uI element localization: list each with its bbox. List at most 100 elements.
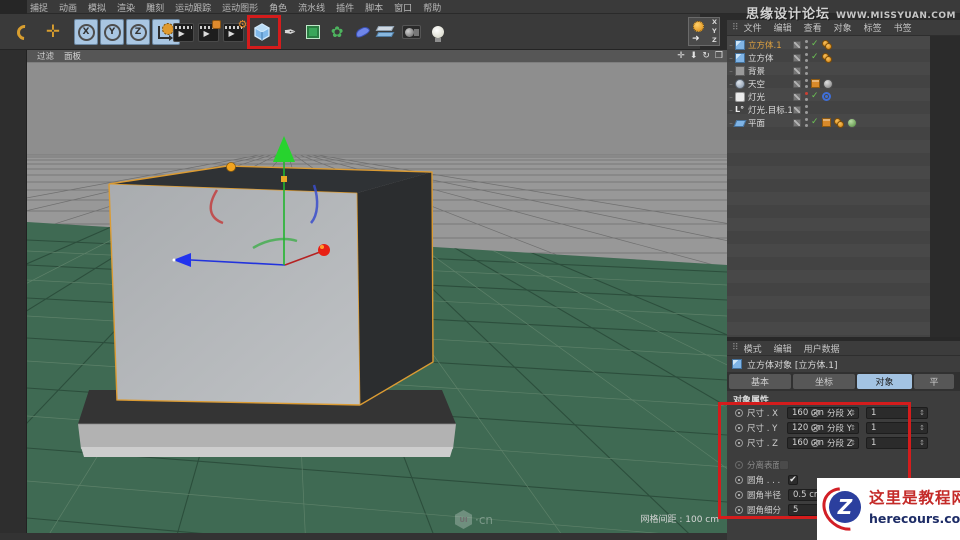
layer-tag-icon[interactable]	[793, 118, 801, 127]
om-menu-edit[interactable]: 编辑	[774, 21, 792, 34]
light-icon[interactable]	[426, 19, 450, 45]
object-row-cube[interactable]: – 立方体 ✓	[727, 51, 930, 64]
am-menu-mode[interactable]: 模式	[744, 342, 762, 355]
viewport-menu-filter[interactable]: 过滤	[37, 50, 54, 62]
subdivision-surface-icon[interactable]	[301, 19, 325, 45]
axis-ball-glyph	[693, 21, 704, 32]
panel-grip-icon[interactable]: ⠿	[732, 343, 739, 353]
enabled-check-icon[interactable]: ✓	[811, 92, 819, 101]
phong-tag-icon[interactable]	[821, 39, 832, 50]
enabled-check-icon[interactable]: ✓	[811, 53, 819, 62]
viewport-watermark: UI ·cn	[455, 510, 493, 529]
layer-tag-icon[interactable]	[793, 92, 801, 101]
light-target-object-icon: L°	[735, 104, 745, 114]
visibility-dots-icon[interactable]	[804, 105, 808, 114]
object-row-cube1[interactable]: – 立方体.1 ✓	[727, 38, 930, 51]
object-list-gutter	[930, 36, 960, 337]
am-menu-edit[interactable]: 编辑	[774, 342, 792, 355]
dolly-icon[interactable]: ⬇	[690, 52, 698, 61]
tab-coordinates[interactable]: 坐标	[793, 374, 855, 389]
tab-basic[interactable]: 基本	[729, 374, 791, 389]
menu-plugins[interactable]: 插件	[336, 1, 365, 14]
bend-deformer-icon[interactable]	[350, 19, 374, 45]
phong-tag-icon[interactable]	[821, 52, 832, 63]
menu-snap[interactable]: 捕捉	[30, 1, 59, 14]
cube-object-icon	[735, 52, 745, 63]
pen-spline-icon[interactable]: ✒	[278, 19, 302, 45]
maximize-icon[interactable]: ❒	[715, 52, 723, 61]
viewport[interactable]: 过滤 面板 ✛ ⬇ ↻ ❒ UI ·cn 网格间距: 100 cm	[27, 50, 727, 533]
render-picture-viewer-icon[interactable]	[196, 19, 221, 45]
scale-handle[interactable]	[281, 176, 287, 182]
om-menu-tags[interactable]: 标签	[864, 21, 882, 34]
cube-object[interactable]	[108, 165, 434, 406]
menu-motion-tracker[interactable]: 运动跟踪	[175, 1, 222, 14]
move-icon[interactable]: ✛	[41, 19, 65, 45]
layer-tag-icon[interactable]	[793, 40, 801, 49]
spinner-icon[interactable]: ↕	[919, 409, 925, 417]
render-view-icon[interactable]	[171, 19, 195, 45]
object-row-background[interactable]: – 背景	[727, 64, 930, 77]
lock-z-axis-button[interactable]: Z	[126, 19, 150, 45]
menu-render[interactable]: 渲染	[117, 1, 146, 14]
panel-grip-icon[interactable]: ⠿	[732, 23, 739, 33]
am-menu-userdata[interactable]: 用户数据	[804, 342, 840, 355]
enabled-check-icon[interactable]: ✓	[811, 40, 819, 49]
layer-tag-icon[interactable]	[793, 79, 801, 88]
visibility-dots-icon[interactable]	[804, 53, 808, 62]
ui-cn-logo: UI	[455, 510, 472, 529]
menu-script[interactable]: 脚本	[365, 1, 394, 14]
viewport-canvas[interactable]	[27, 50, 727, 533]
visibility-dots-icon[interactable]	[804, 118, 808, 127]
visibility-dots-icon[interactable]	[804, 66, 808, 75]
menu-help[interactable]: 帮助	[423, 1, 452, 14]
menu-mograph[interactable]: 运动图形	[222, 1, 269, 14]
phong-tag-icon[interactable]	[833, 117, 844, 128]
material-tag-icon[interactable]	[846, 117, 857, 128]
compositing-tag-icon[interactable]	[821, 118, 831, 127]
om-menu-objects[interactable]: 对象	[834, 21, 852, 34]
tab-object[interactable]: 对象	[857, 374, 912, 389]
spinner-icon[interactable]: ↕	[919, 439, 925, 447]
attribute-object-title: 立方体对象 [立方体.1]	[727, 356, 960, 372]
lock-y-axis-button[interactable]: Y	[100, 19, 124, 45]
edge-point-handle[interactable]	[226, 162, 236, 172]
menu-pipeline[interactable]: 流水线	[298, 1, 336, 14]
sky-object-icon	[735, 78, 745, 89]
layer-tag-icon[interactable]	[793, 105, 801, 114]
object-row-light-target[interactable]: – L° 灯光.目标.1	[727, 103, 930, 116]
menu-window[interactable]: 窗口	[394, 1, 423, 14]
object-row-sky[interactable]: – 天空	[727, 77, 930, 90]
om-menu-bookmarks[interactable]: 书签	[894, 21, 912, 34]
layer-tag-icon[interactable]	[793, 53, 801, 62]
material-tag-icon[interactable]	[823, 78, 833, 89]
object-row-light[interactable]: – 灯光 ✓	[727, 90, 930, 103]
lock-x-axis-button[interactable]: X	[74, 19, 98, 45]
menu-animate[interactable]: 动画	[59, 1, 88, 14]
visibility-dots-icon[interactable]	[804, 79, 808, 88]
spinner-icon[interactable]: ↕	[919, 424, 925, 432]
annotation-box-cube-tool	[247, 15, 281, 49]
pan-icon[interactable]: ✛	[677, 52, 685, 61]
rotate-icon[interactable]: ↻	[702, 52, 710, 61]
camera-icon[interactable]	[399, 19, 423, 45]
floor-environment-icon[interactable]	[374, 19, 398, 45]
target-tag-icon[interactable]	[821, 92, 831, 101]
modeling-axis-icon[interactable]: XYZ ➜	[688, 17, 720, 46]
visibility-dots-icon[interactable]	[804, 40, 808, 49]
tab-phong[interactable]: 平	[914, 374, 954, 389]
object-row-plane[interactable]: – 平面 ✓	[727, 116, 930, 129]
menu-simulate[interactable]: 模拟	[88, 1, 117, 14]
layer-tag-icon[interactable]	[793, 66, 801, 75]
menu-sculpt[interactable]: 雕刻	[146, 1, 175, 14]
undo-icon[interactable]	[12, 19, 36, 45]
compositing-tag-icon[interactable]	[811, 79, 820, 88]
om-menu-file[interactable]: 文件	[744, 21, 762, 34]
viewport-menu-panel[interactable]: 面板	[64, 50, 81, 62]
render-settings-icon[interactable]: ⚙	[221, 18, 248, 45]
visibility-dots-icon[interactable]	[804, 92, 808, 101]
array-icon[interactable]: ✿	[325, 19, 349, 45]
om-menu-view[interactable]: 查看	[804, 21, 822, 34]
enabled-check-icon[interactable]: ✓	[811, 118, 819, 127]
menu-character[interactable]: 角色	[269, 1, 298, 14]
